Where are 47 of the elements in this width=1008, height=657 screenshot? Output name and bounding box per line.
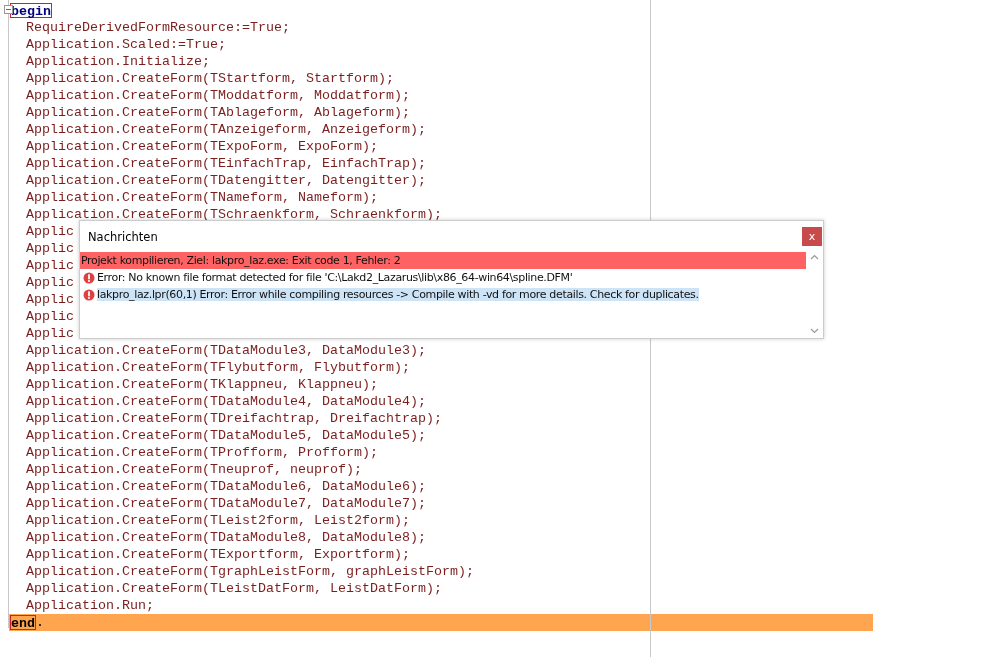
code-line: Applic (26, 274, 74, 291)
code-line: Applic (26, 291, 74, 308)
code-line: Application.CreateForm(TModdatform, Moddatform); (26, 87, 410, 104)
message-text[interactable]: Error: No known file format detected for file 'C:\Lakd2_Lazarus\lib\x86_64-win64\spline.DFM' (97, 271, 573, 284)
code-line: Application.CreateForm(TDataModule8, DataModule8); (26, 529, 426, 546)
code-line: Application.CreateForm(TDataModule4, DataModule4); (26, 393, 426, 410)
code-line: Application.Scaled:=True; (26, 36, 226, 53)
code-line: Application.CreateForm(TNameform, Nameform); (26, 189, 378, 206)
scroll-down-icon[interactable] (810, 328, 819, 334)
code-line: Applic (26, 308, 74, 325)
code-line: Application.Run; (26, 597, 154, 614)
code-line: Application.Initialize; (26, 53, 210, 70)
window-title: Nachrichten (88, 229, 158, 244)
code-keyword: end (10, 615, 36, 630)
code-line: RequireDerivedFormResource:=True; (26, 19, 290, 36)
code-line: Applic (26, 325, 74, 342)
code-line: Applic (26, 240, 74, 257)
code-text: . (36, 614, 44, 631)
code-line: Application.CreateForm(TExportform, Exportform); (26, 546, 410, 563)
code-line: Application.CreateForm(TAnzeigeform, Anzeigeform); (26, 121, 426, 138)
code-line: Applic (26, 223, 74, 240)
close-button[interactable]: x (802, 227, 822, 246)
code-line: Application.CreateForm(TKlappneu, Klappneu); (26, 376, 378, 393)
code-line: Application.CreateForm(TDreifachtrap, Dreifachtrap); (26, 410, 442, 427)
code-line: Application.CreateForm(TProfform, Profform); (26, 444, 378, 461)
code-line: Applic (26, 257, 74, 274)
message-row[interactable]: Projekt kompilieren, Ziel: lakpro_laz.exe: Exit code 1, Fehler: 2 (80, 252, 806, 269)
message-text[interactable]: lakpro_laz.lpr(60,1) Error: Error while compiling resources -> Compile with -vd for more details. Check for duplicates. (97, 288, 699, 301)
code-line: Application.CreateForm(TDataModule3, DataModule3); (26, 342, 426, 359)
code-line: Application.CreateForm(TDataModule5, DataModule5); (26, 427, 426, 444)
error-icon (83, 271, 95, 284)
code-line: Application.CreateForm(TStartform, Startform); (26, 70, 394, 87)
code-line: Application.CreateForm(TFlybutform, Flybutform); (26, 359, 410, 376)
error-icon (83, 288, 95, 301)
code-line: Application.CreateForm(TAblageform, Ablageform); (26, 104, 410, 121)
code-line: Application.CreateForm(TExpoForm, ExpoForm); (26, 138, 378, 155)
code-line: Application.CreateForm(TSchraenkform, Schraenkform); (26, 206, 442, 223)
code-line: Application.CreateForm(TDataModule6, DataModule6); (26, 478, 426, 495)
code-line: Application.CreateForm(Tneuprof, neuprof); (26, 461, 362, 478)
scroll-up-icon[interactable] (810, 254, 819, 260)
code-line: Application.CreateForm(TDatengitter, Datengitter); (26, 172, 426, 189)
code-line: Application.CreateForm(TLeistDatForm, LeistDatForm); (26, 580, 442, 597)
fold-icon[interactable] (4, 5, 13, 14)
code-line: Application.CreateForm(TEinfachTrap, EinfachTrap); (26, 155, 426, 172)
code-line: Application.CreateForm(TDataModule7, DataModule7); (26, 495, 426, 512)
code-line: Application.CreateForm(TLeist2form, Leist2form); (26, 512, 410, 529)
code-line: Application.CreateForm(TgraphLeistForm, graphLeistForm); (26, 563, 474, 580)
